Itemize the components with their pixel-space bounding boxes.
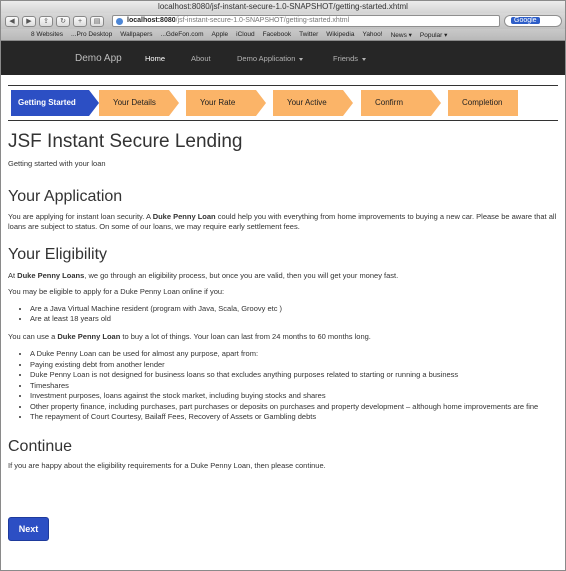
caret-down-icon	[362, 57, 367, 61]
url-field[interactable]: localhost:8080/jsf-instant-secure-1.0-SN…	[112, 15, 500, 27]
bookmark-item[interactable]: Wallpapers	[120, 31, 152, 38]
browser-window: localhost:8080/jsf-instant-secure-1.0-SN…	[0, 0, 566, 571]
step-completion[interactable]: Completion	[448, 90, 518, 116]
browser-toolbar: ◀ ▶ ⇪ ↻ + ▤ localhost:8080/jsf-instant-s…	[1, 13, 565, 29]
search-value: Google	[511, 17, 540, 24]
step-confirm[interactable]: Confirm	[361, 90, 441, 116]
bookmark-item[interactable]: Popular ▾	[420, 31, 447, 39]
list-item: Paying existing debt from another lender	[30, 360, 558, 371]
back-icon[interactable]: ◀	[5, 15, 19, 27]
step-your-rate[interactable]: Your Rate	[186, 90, 266, 116]
share-icon[interactable]: ⇪	[39, 15, 53, 27]
continue-heading: Continue	[8, 437, 73, 455]
bookmark-item[interactable]: 8 Websites	[31, 31, 63, 38]
page-subtitle: Getting started with your loan	[8, 159, 106, 168]
forward-icon[interactable]: ▶	[22, 15, 36, 27]
eligibility-intro: You may be eligible to apply for a Duke …	[8, 287, 225, 296]
bookmark-icon[interactable]: ▤	[90, 15, 104, 27]
bookmark-item[interactable]: Wikipedia	[326, 31, 354, 38]
url-path: /jsf-instant-secure-1.0-SNAPSHOT/getting…	[175, 17, 350, 24]
nav-demo-application[interactable]: Demo Application	[237, 54, 304, 63]
eligibility-list: Are a Java Virtual Machine resident (pro…	[8, 304, 558, 325]
step-your-details[interactable]: Your Details	[99, 90, 179, 116]
bookmark-item[interactable]: Facebook	[263, 31, 292, 38]
application-text: You are applying for instant loan securi…	[8, 211, 557, 232]
bookmark-item[interactable]: ...Pro Desktop	[71, 31, 112, 38]
bookmarks-bar: 8 Websites ...Pro Desktop Wallpapers ...…	[1, 29, 565, 41]
brand-link[interactable]: Demo App	[75, 53, 122, 64]
step-getting-started[interactable]: Getting Started	[11, 90, 99, 116]
list-item: Timeshares	[30, 381, 558, 392]
list-item: Other property finance, including purcha…	[30, 402, 558, 413]
nav-home[interactable]: Home	[145, 54, 165, 63]
list-item: A Duke Penny Loan can be used for almost…	[30, 349, 558, 360]
application-heading: Your Application	[8, 187, 123, 205]
nav-friends-label: Friends	[333, 54, 359, 63]
next-button[interactable]: Next	[8, 517, 49, 541]
window-title: localhost:8080/jsf-instant-secure-1.0-SN…	[1, 1, 565, 13]
steps-bottom-rule	[8, 120, 558, 121]
bookmark-item[interactable]: ...GdeFon.com	[161, 31, 204, 38]
search-input[interactable]: Google	[504, 15, 562, 27]
page-title: JSF Instant Secure Lending	[8, 131, 243, 152]
step-your-active[interactable]: Your Active	[273, 90, 353, 116]
bookmark-item[interactable]: News ▾	[391, 31, 412, 39]
list-item: Investment purposes, loans against the s…	[30, 391, 558, 402]
eligibility-heading: Your Eligibility	[8, 245, 108, 263]
bookmark-item[interactable]: Yahoo!	[362, 31, 382, 38]
list-item: Are at least 18 years old	[30, 314, 558, 325]
bookmark-item[interactable]: Apple	[212, 31, 229, 38]
bookmark-item[interactable]: iCloud	[236, 31, 254, 38]
steps-top-rule	[8, 85, 558, 86]
bookmark-item[interactable]: Twitter	[299, 31, 318, 38]
list-item: Duke Penny Loan is not designed for busi…	[30, 370, 558, 381]
nav-friends[interactable]: Friends	[333, 54, 367, 63]
uses-list: A Duke Penny Loan can be used for almost…	[8, 349, 558, 423]
nav-about[interactable]: About	[191, 54, 211, 63]
main-content: JSF Instant Secure Lending Getting start…	[8, 131, 558, 471]
app-navbar: Demo App Home About Demo Application Fri…	[1, 41, 565, 75]
eligibility-text: At Duke Penny Loans, we go through an el…	[8, 270, 399, 280]
add-icon[interactable]: +	[73, 15, 87, 27]
list-item: The repayment of Court Courtesy, Bailaff…	[30, 412, 558, 423]
nav-demo-label: Demo Application	[237, 54, 296, 63]
loan-usage-text: You can use a Duke Penny Loan to buy a l…	[8, 331, 371, 341]
url-host: localhost:8080	[127, 17, 176, 24]
reload-icon[interactable]: ↻	[56, 15, 70, 27]
caret-down-icon	[299, 57, 304, 61]
globe-icon	[116, 18, 123, 25]
list-item: Are a Java Virtual Machine resident (pro…	[30, 304, 558, 315]
continue-text: If you are happy about the eligibility r…	[8, 460, 326, 470]
